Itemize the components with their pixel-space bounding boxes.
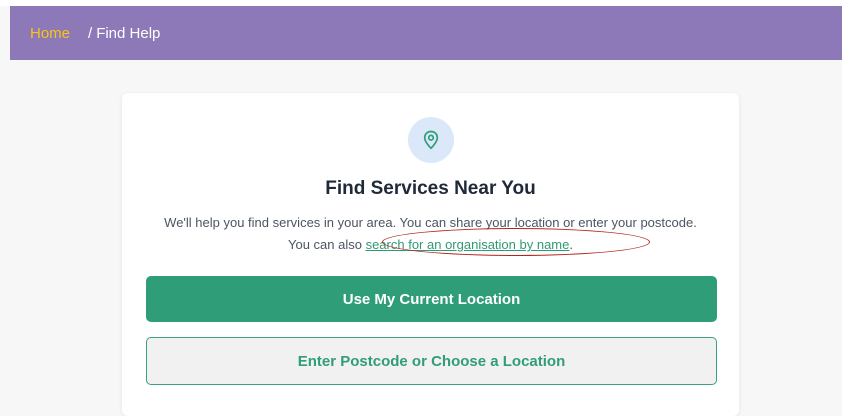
page-title: Find Services Near You <box>325 178 536 199</box>
breadcrumb-current: Find Help <box>96 24 161 42</box>
find-services-card: Find Services Near You We'll help you fi… <box>122 93 739 416</box>
breadcrumb: Home / Find Help <box>10 6 842 60</box>
breadcrumb-home-link[interactable]: Home <box>30 25 70 42</box>
location-icon-badge <box>408 117 454 163</box>
enter-postcode-button[interactable]: Enter Postcode or Choose a Location <box>146 337 717 385</box>
description-end: . <box>569 237 573 252</box>
breadcrumb-separator: / <box>88 24 93 42</box>
description-text: We'll help you find services in your are… <box>152 212 709 256</box>
location-pin-icon <box>423 130 439 150</box>
use-current-location-button[interactable]: Use My Current Location <box>146 276 717 322</box>
search-by-name-link[interactable]: search for an organisation by name <box>366 237 570 252</box>
